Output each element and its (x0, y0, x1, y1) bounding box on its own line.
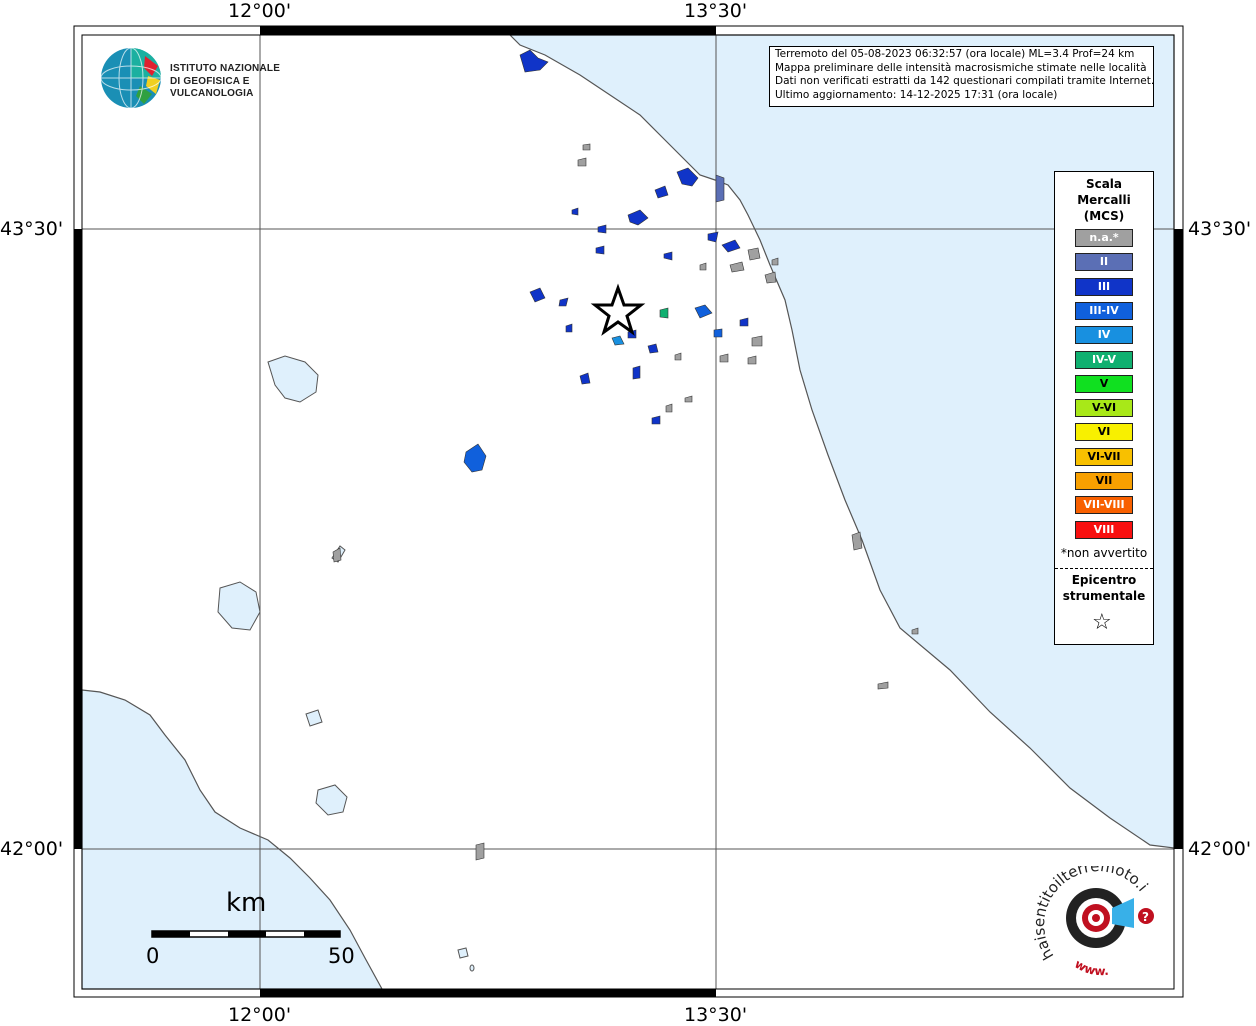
legend-swatch-vi: VI (1075, 423, 1133, 442)
legend-swatch-iii-iv: III-IV (1075, 301, 1133, 320)
legend-swatch-viii: VIII (1075, 520, 1133, 539)
event-info-line3: Dati non verificati estratti da 142 ques… (775, 75, 1155, 88)
event-info-line2: Mappa preliminare delle intensità macros… (775, 61, 1147, 74)
legend-swatch-iv-v: IV-V (1075, 350, 1133, 369)
legend-title-line2: Mercalli (1077, 193, 1131, 207)
hst-logo-www: www. (1072, 957, 1109, 979)
hst-question-mark: ? (1142, 910, 1149, 924)
legend-title-line1: Scala (1085, 177, 1123, 191)
event-info-line4: Ultimo aggiornamento: 14-12-2025 17:31 (… (775, 88, 1058, 101)
scale-start-label: 0 (146, 944, 160, 968)
legend-epicenter-label: Epicentro strumentale (1055, 572, 1153, 604)
lake-small-2 (469, 964, 475, 972)
event-info-line1: Terremoto del 05-08-2023 06:32:57 (ora l… (775, 48, 1135, 60)
legend-star-icon: ☆ (1092, 610, 1112, 635)
lake-small-1 (457, 947, 469, 959)
scale-unit-label: km (226, 888, 267, 918)
legend-swatch-vii: VII (1075, 472, 1133, 490)
legend-swatch-iii: III (1075, 277, 1133, 296)
ingv-logo: ISTITUTO NAZIONALE DI GEOFISICA E VULCAN… (100, 46, 330, 110)
scale-end-label: 50 (328, 944, 355, 968)
mcs-legend: Scala Mercalli (MCS) n.a.* II III III-IV IV I… (1054, 171, 1154, 645)
legend-swatch-v-vi: V-VI (1075, 399, 1133, 418)
legend-swatch-v: V (1075, 374, 1133, 393)
scale-bar (151, 930, 341, 938)
legend-na-note: *non avvertito (1060, 546, 1148, 560)
legend-epicenter-line2: strumentale (1062, 589, 1146, 603)
ingv-name-line2: DI GEOFISICA E VULCANOLOGIA (170, 75, 254, 100)
legend-divider (1055, 568, 1153, 569)
legend-title-line3: (MCS) (1083, 209, 1125, 223)
legend-title: Scala Mercalli (MCS) (1055, 176, 1153, 224)
ingv-name: ISTITUTO NAZIONALE DI GEOFISICA E VULCAN… (170, 63, 330, 101)
event-info-box: Terremoto del 05-08-2023 06:32:57 (ora l… (769, 46, 1154, 107)
legend-epicenter-line1: Epicentro (1071, 573, 1137, 587)
ingv-name-line1: ISTITUTO NAZIONALE (170, 63, 281, 74)
legend-swatch-n-a-: n.a.* (1075, 229, 1133, 247)
legend-swatch-ii: II (1075, 253, 1133, 272)
legend-swatch-vii-viii: VII-VIII (1075, 496, 1133, 515)
legend-swatch-vi-vii: VI-VII (1075, 447, 1133, 466)
hst-logo[interactable]: haisentitoilterremoto.it www. ? (1034, 866, 1164, 981)
ingv-globe-icon (100, 47, 162, 109)
legend-swatch-iv: IV (1075, 326, 1133, 345)
